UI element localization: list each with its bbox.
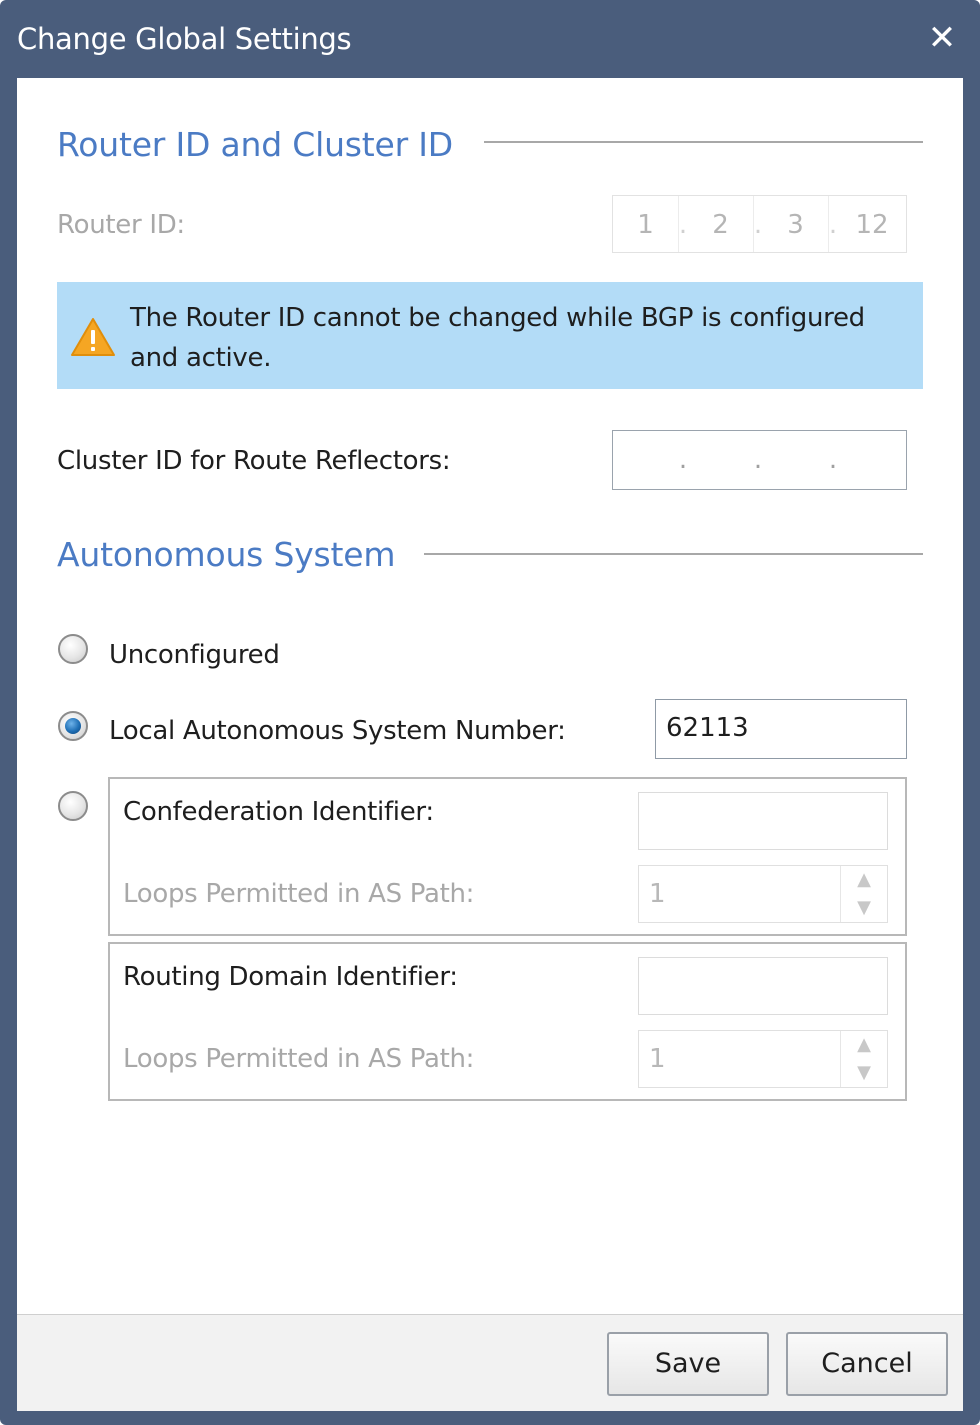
confederation-id-label: Confederation Identifier: bbox=[123, 797, 434, 827]
routing-domain-loops-label: Loops Permitted in AS Path: bbox=[123, 1044, 475, 1074]
close-icon[interactable]: ✕ bbox=[922, 18, 962, 58]
cluster-id-label: Cluster ID for Route Reflectors: bbox=[57, 446, 451, 476]
routing-domain-id-input[interactable] bbox=[638, 957, 888, 1015]
router-id-label: Router ID: bbox=[57, 210, 185, 240]
title-bar[interactable]: Change Global Settings ✕ bbox=[0, 0, 980, 78]
router-id-octet-2: 2 bbox=[688, 196, 754, 252]
cluster-id-octet-3[interactable] bbox=[763, 431, 828, 489]
radio-confederation[interactable] bbox=[58, 791, 88, 821]
confederation-id-input[interactable] bbox=[638, 792, 888, 850]
cancel-button[interactable]: Cancel bbox=[786, 1332, 948, 1396]
save-button[interactable]: Save bbox=[607, 1332, 769, 1396]
routing-domain-group: Routing Domain Identifier: Loops Permitt… bbox=[108, 942, 907, 1101]
section-divider bbox=[484, 141, 923, 143]
router-id-input: 1 . 2 . 3 . 12 bbox=[612, 195, 907, 253]
octet-separator: . bbox=[828, 445, 838, 475]
cluster-id-input[interactable]: . . . bbox=[612, 430, 907, 490]
octet-separator: . bbox=[753, 445, 763, 475]
router-id-octet-3: 3 bbox=[763, 196, 829, 252]
router-id-octet-1: 1 bbox=[613, 196, 679, 252]
chevron-up-icon[interactable]: ▲ bbox=[841, 1031, 887, 1059]
octet-separator: . bbox=[678, 445, 688, 475]
confederation-loops-spinner[interactable]: 1 ▲ ▼ bbox=[638, 865, 888, 923]
confederation-loops-label: Loops Permitted in AS Path: bbox=[123, 879, 475, 909]
routing-domain-loops-spinner[interactable]: 1 ▲ ▼ bbox=[638, 1030, 888, 1088]
routing-domain-id-label: Routing Domain Identifier: bbox=[123, 962, 458, 992]
radio-local-as[interactable] bbox=[58, 711, 88, 741]
local-as-input[interactable]: 62113 bbox=[655, 699, 907, 759]
confederation-group: Confederation Identifier: Loops Permitte… bbox=[108, 777, 907, 936]
unconfigured-label[interactable]: Unconfigured bbox=[109, 638, 280, 672]
chevron-down-icon[interactable]: ▼ bbox=[841, 894, 887, 922]
warning-text: The Router ID cannot be changed while BG… bbox=[130, 303, 865, 373]
chevron-up-icon[interactable]: ▲ bbox=[841, 866, 887, 894]
spinner-buttons: ▲ ▼ bbox=[840, 1031, 887, 1087]
section-divider bbox=[424, 553, 923, 555]
radio-unconfigured[interactable] bbox=[58, 634, 88, 664]
dialog-footer: Save Cancel bbox=[17, 1314, 963, 1411]
router-id-octet-4: 12 bbox=[855, 210, 889, 240]
octet-separator: . bbox=[753, 210, 763, 240]
cluster-id-octet-2[interactable] bbox=[688, 431, 753, 489]
local-as-label[interactable]: Local Autonomous System Number: bbox=[109, 714, 566, 748]
section-title-autonomous-system: Autonomous System bbox=[57, 535, 396, 574]
chevron-down-icon[interactable]: ▼ bbox=[841, 1059, 887, 1087]
dialog-title: Change Global Settings bbox=[17, 22, 352, 56]
octet-separator: . bbox=[828, 210, 838, 240]
spinner-value: 1 bbox=[649, 879, 666, 909]
spinner-value: 1 bbox=[649, 1044, 666, 1074]
warning-triangle-icon bbox=[71, 318, 115, 356]
dialog-body: Router ID and Cluster ID Router ID: 1 . … bbox=[17, 78, 963, 1411]
settings-dialog: Change Global Settings ✕ Router ID and C… bbox=[0, 0, 980, 1425]
cluster-id-octet-4[interactable] bbox=[838, 431, 906, 489]
cluster-id-octet-1[interactable] bbox=[613, 431, 678, 489]
section-title-router: Router ID and Cluster ID bbox=[57, 125, 454, 164]
spinner-buttons: ▲ ▼ bbox=[840, 866, 887, 922]
warning-banner: The Router ID cannot be changed while BG… bbox=[57, 282, 923, 389]
octet-separator: . bbox=[678, 210, 688, 240]
